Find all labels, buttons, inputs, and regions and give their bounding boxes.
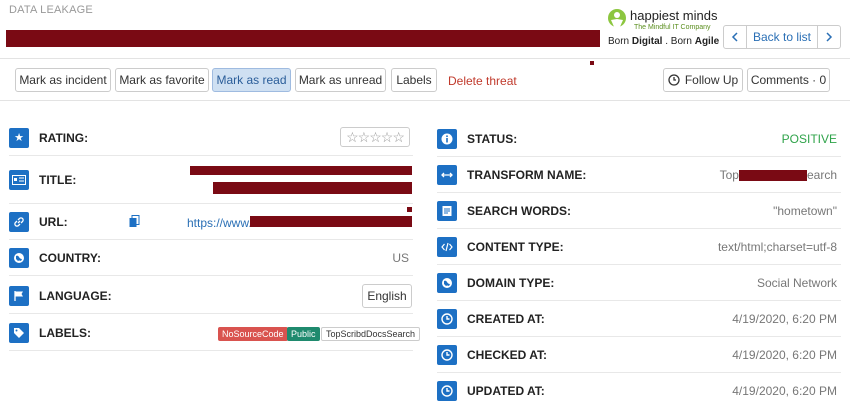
mark-as-favorite-button[interactable]: Mark as favorite — [115, 68, 209, 92]
status-value: POSITIVE — [781, 131, 837, 146]
company-logo: happiest minds The Mindful IT Company Bo… — [606, 7, 722, 47]
redacted-mark — [590, 61, 594, 65]
checked-at-value: 4/19/2020, 6:20 PM — [732, 347, 837, 362]
clock-icon — [437, 344, 457, 365]
redacted-url-mark — [407, 207, 412, 212]
mark-as-incident-button[interactable]: Mark as incident — [15, 68, 111, 92]
field-content-type: CONTENT TYPE: text/html;charset=utf-8 — [437, 229, 841, 265]
field-status: STATUS: POSITIVE — [437, 121, 841, 157]
redacted-transform-name — [738, 169, 807, 181]
follow-up-label: Follow Up — [684, 73, 739, 87]
domain-type-value: Social Network — [756, 275, 837, 290]
title-label: TITLE: — [39, 172, 77, 187]
country-label: COUNTRY: — [39, 250, 101, 265]
divider — [0, 58, 850, 59]
toolbar-divider — [0, 100, 850, 101]
clock-icon — [668, 74, 680, 86]
field-title: TITLE: — [9, 156, 413, 204]
label-badge[interactable]: Public — [287, 327, 320, 341]
globe-icon — [437, 272, 457, 293]
content-type-label: CONTENT TYPE: — [467, 239, 564, 254]
list-navigation: Back to list — [723, 25, 841, 49]
rating-label: RATING: — [39, 130, 89, 145]
field-language: LANGUAGE: — [9, 278, 413, 314]
redacted-threat-title — [6, 30, 600, 47]
clock-icon — [437, 381, 457, 401]
flag-icon — [9, 285, 29, 306]
field-updated-at: UPDATED AT: 4/19/2020, 6:20 PM — [437, 373, 841, 409]
domain-type-label: DOMAIN TYPE: — [467, 275, 555, 290]
label-badge[interactable]: TopScribdDocsSearch — [321, 327, 421, 341]
chevron-right-icon — [826, 32, 833, 42]
link-icon — [9, 211, 29, 232]
search-words-label: SEARCH WORDS: — [467, 203, 571, 218]
field-country: COUNTRY: US — [9, 240, 413, 276]
arrows-horizontal-icon — [437, 164, 457, 185]
url-link[interactable]: https://www.s — [187, 216, 258, 230]
search-words-value: "hometown" — [773, 203, 837, 218]
star-icon: ★ — [9, 127, 29, 148]
next-button[interactable] — [817, 26, 840, 48]
transform-name-label: TRANSFORM NAME: — [467, 167, 587, 182]
rating-stars[interactable]: ☆☆☆☆☆ — [340, 127, 410, 147]
content-type-value: text/html;charset=utf-8 — [717, 239, 837, 254]
label-badge[interactable]: NoSourceCode — [218, 327, 288, 341]
status-label: STATUS: — [467, 131, 518, 146]
delete-threat-link[interactable]: Delete threat — [448, 74, 517, 88]
field-search-words: SEARCH WORDS: "hometown" — [437, 193, 841, 229]
logo-name: happiest minds — [630, 8, 718, 23]
country-value: US — [392, 250, 409, 265]
search-list-icon — [437, 200, 457, 221]
updated-at-value: 4/19/2020, 6:20 PM — [732, 384, 837, 398]
updated-at-label: UPDATED AT: — [467, 384, 545, 398]
back-to-list-button[interactable]: Back to list — [746, 26, 817, 48]
redacted-title-line-1 — [190, 166, 412, 175]
checked-at-label: CHECKED AT: — [467, 347, 547, 362]
logo-mark-icon — [608, 9, 626, 29]
labels-button[interactable]: Labels — [391, 68, 437, 92]
logo-slogan: Born Digital . Born Agile — [608, 36, 720, 47]
transform-name-start: Top — [719, 167, 739, 182]
field-checked-at: CHECKED AT: 4/19/2020, 6:20 PM — [437, 337, 841, 373]
code-icon — [437, 236, 457, 257]
logo-tagline: The Mindful IT Company — [634, 24, 711, 31]
comments-button[interactable]: Comments · 0 — [747, 68, 830, 92]
follow-up-button[interactable]: Follow Up — [663, 68, 743, 92]
labels-label: LABELS: — [39, 325, 91, 340]
transform-name-value: Top earch — [720, 168, 837, 182]
language-value[interactable]: English — [362, 284, 412, 308]
card-icon — [9, 169, 29, 190]
clock-icon — [437, 308, 457, 329]
field-domain-type: DOMAIN TYPE: Social Network — [437, 265, 841, 301]
tag-icon — [9, 322, 29, 343]
transform-name-end: earch — [806, 167, 837, 182]
previous-button[interactable] — [724, 26, 746, 48]
globe-icon — [9, 247, 29, 268]
copy-icon[interactable] — [129, 215, 140, 228]
field-transform-name: TRANSFORM NAME: Top earch — [437, 157, 841, 193]
info-icon — [437, 128, 457, 149]
url-label: URL: — [39, 214, 68, 229]
field-created-at: CREATED AT: 4/19/2020, 6:20 PM — [437, 301, 841, 337]
mark-as-unread-button[interactable]: Mark as unread — [295, 68, 386, 92]
mark-as-read-button[interactable]: Mark as read — [212, 68, 291, 92]
language-label: LANGUAGE: — [39, 288, 112, 303]
created-at-label: CREATED AT: — [467, 311, 545, 326]
section-title: DATA LEAKAGE — [9, 4, 93, 16]
redacted-url — [250, 216, 412, 227]
created-at-value: 4/19/2020, 6:20 PM — [732, 311, 837, 326]
chevron-left-icon — [731, 32, 738, 42]
redacted-title-line-2 — [213, 182, 412, 194]
